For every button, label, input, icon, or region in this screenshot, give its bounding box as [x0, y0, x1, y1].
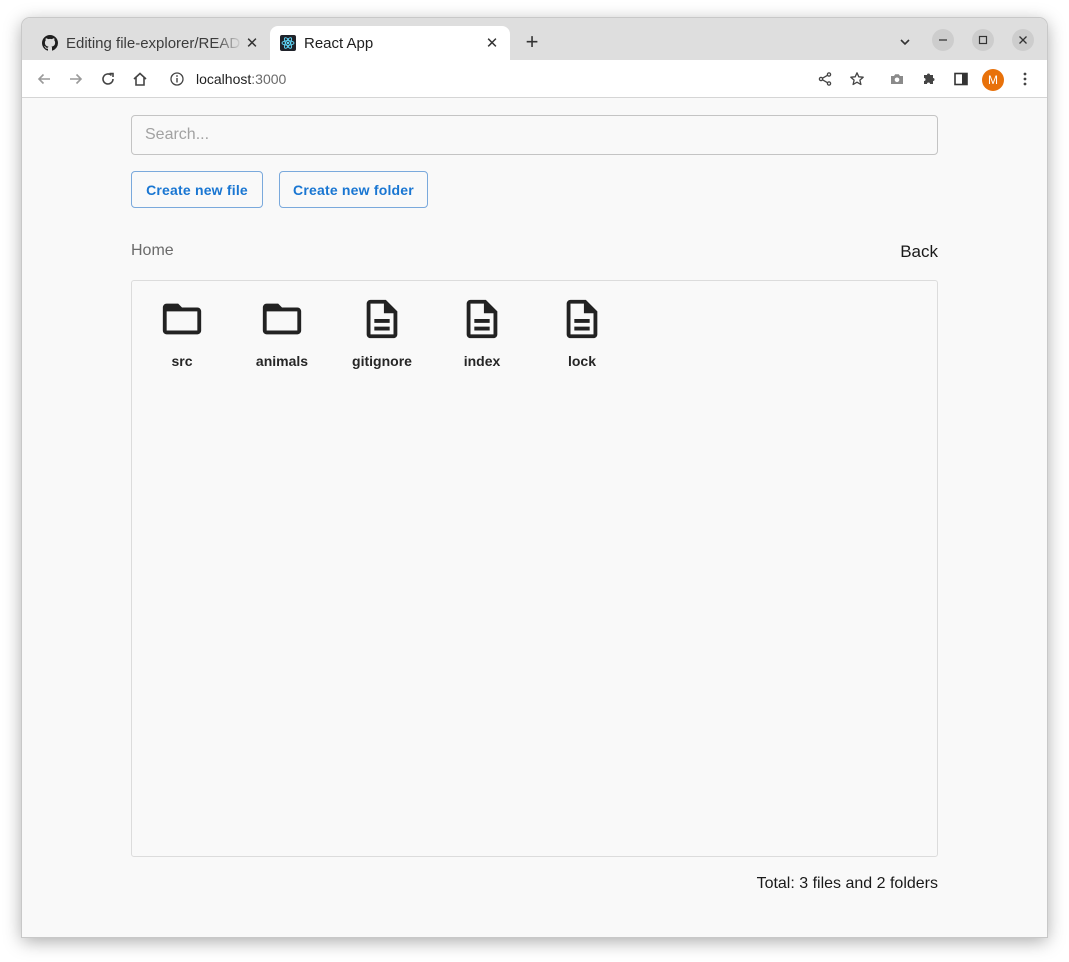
minimize-button[interactable]: [932, 29, 954, 51]
file-grid-panel: src animals gitignore index lock: [131, 280, 938, 857]
file-icon: [466, 299, 498, 339]
create-folder-button[interactable]: Create new folder: [279, 171, 428, 208]
item-label: animals: [255, 353, 309, 369]
file-item-gitignore[interactable]: gitignore: [332, 281, 432, 381]
file-item-lock[interactable]: lock: [532, 281, 632, 381]
forward-arrow-icon[interactable]: [65, 68, 87, 90]
reload-icon[interactable]: [97, 68, 119, 90]
browser-toolbar: localhost:3000 M: [22, 60, 1047, 98]
share-icon[interactable]: [814, 68, 836, 90]
tab-search-icon[interactable]: [894, 31, 916, 53]
home-icon[interactable]: [129, 68, 151, 90]
folder-icon: [162, 303, 202, 335]
breadcrumb[interactable]: Home: [131, 242, 174, 260]
item-label: gitignore: [352, 353, 412, 369]
page-content: Create new file Create new folder Home B…: [22, 99, 1047, 937]
item-label: lock: [567, 353, 596, 369]
folder-icon: [262, 303, 302, 335]
tab-react-app[interactable]: React App ✕: [270, 26, 510, 60]
file-icon: [366, 299, 398, 339]
tab-title: Editing file-explorer/README.md: [66, 34, 242, 52]
file-grid: src animals gitignore index lock: [132, 281, 632, 381]
url-host: localhost: [196, 71, 252, 87]
react-icon: [280, 35, 296, 51]
maximize-button[interactable]: [972, 29, 994, 51]
profile-avatar[interactable]: M: [982, 69, 1004, 91]
back-arrow-icon[interactable]: [33, 68, 55, 90]
file-item-index[interactable]: index: [432, 281, 532, 381]
new-tab-button[interactable]: +: [520, 29, 544, 54]
tab-github[interactable]: Editing file-explorer/README.md ✕: [32, 26, 270, 60]
create-file-button[interactable]: Create new file: [131, 171, 263, 208]
side-panel-icon[interactable]: [950, 68, 972, 90]
url-port: :3000: [251, 71, 287, 87]
close-icon[interactable]: ✕: [242, 33, 262, 53]
total-count: Total: 3 files and 2 folders: [756, 875, 938, 892]
back-link[interactable]: Back: [900, 242, 938, 262]
info-icon[interactable]: [170, 72, 188, 86]
address-bar[interactable]: localhost:3000: [162, 63, 882, 95]
close-icon[interactable]: ✕: [482, 33, 502, 53]
item-label: src: [171, 353, 193, 369]
tab-strip: Editing file-explorer/README.md ✕ React …: [22, 18, 1047, 60]
camera-icon[interactable]: [886, 68, 908, 90]
folder-item-animals[interactable]: animals: [232, 281, 332, 381]
kebab-menu-icon[interactable]: [1014, 68, 1036, 90]
bookmark-star-icon[interactable]: [846, 68, 868, 90]
folder-item-src[interactable]: src: [132, 281, 232, 381]
close-window-button[interactable]: [1012, 29, 1034, 51]
extensions-puzzle-icon[interactable]: [918, 68, 940, 90]
item-label: index: [463, 353, 501, 369]
search-input[interactable]: [131, 115, 938, 155]
browser-window: Editing file-explorer/README.md ✕ React …: [22, 18, 1047, 937]
file-icon: [566, 299, 598, 339]
github-icon: [42, 35, 58, 51]
tab-title: React App: [304, 34, 374, 52]
